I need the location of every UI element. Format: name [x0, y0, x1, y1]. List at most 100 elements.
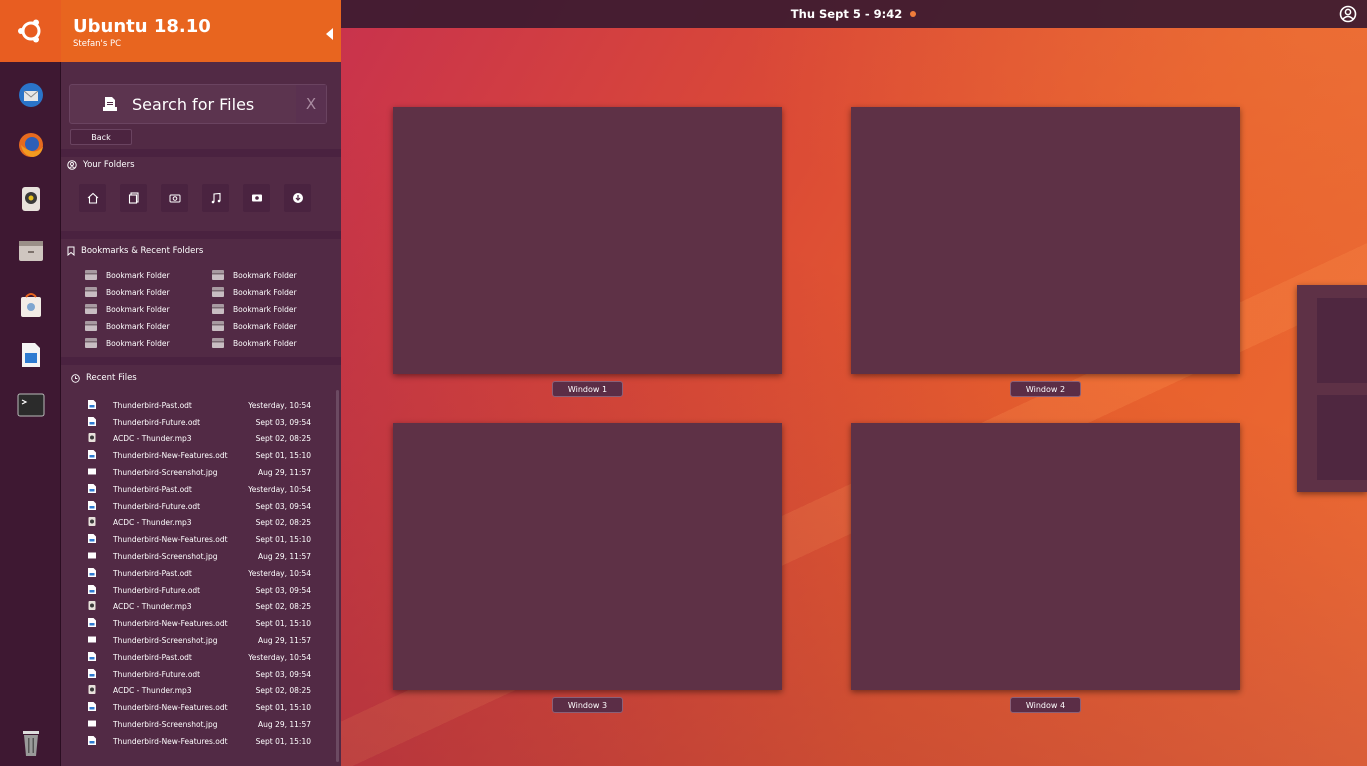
document-file-icon: [85, 735, 113, 747]
recent-file-date: Aug 29, 11:57: [258, 720, 311, 730]
folder-icon: [85, 304, 97, 314]
recent-file-name: Thunderbird-Future.odt: [113, 669, 201, 679]
document-file-icon: [85, 399, 113, 411]
recent-files-title: Recent Files: [86, 373, 137, 383]
recent-file-date: Sept 01, 15:10: [255, 703, 311, 713]
recent-file-row[interactable]: Thunderbird-Past.odt Yesterday, 10:54: [85, 565, 311, 582]
downloads-folder-button[interactable]: [284, 184, 311, 212]
recent-file-row[interactable]: ACDC - Thunder.mp3 Sept 02, 08:25: [85, 683, 311, 700]
dash-panel: Ubuntu 18.10 Stefan's PC Search for File…: [61, 0, 341, 766]
bookmark-folder-item[interactable]: Bookmark Folder: [212, 268, 339, 282]
image-file-icon: [85, 551, 113, 562]
collapse-panel-icon[interactable]: [326, 28, 333, 40]
pictures-folder-icon: [169, 194, 180, 203]
pictures-folder-button[interactable]: [161, 184, 188, 212]
workspace-3-label[interactable]: Window 3: [552, 697, 623, 713]
thunderbird-icon[interactable]: [15, 79, 47, 111]
libreoffice-writer-icon[interactable]: [15, 339, 47, 371]
divider: [61, 231, 341, 239]
videos-folder-icon: [251, 194, 262, 202]
recent-file-row[interactable]: Thunderbird-Future.odt Sept 03, 09:54: [85, 582, 311, 599]
recent-file-row[interactable]: Thunderbird-Past.odt Yesterday, 10:54: [85, 397, 311, 414]
recent-file-date: Sept 02, 08:25: [255, 518, 311, 528]
divider: [61, 149, 341, 157]
recent-files-scrollbar[interactable]: [336, 390, 339, 762]
bookmark-folder-item[interactable]: Bookmark Folder: [212, 285, 339, 299]
ubuntu-logo-icon: [17, 19, 40, 43]
folders-heading: Your Folders: [67, 160, 135, 170]
documents-folder-button[interactable]: [120, 184, 147, 212]
bookmark-folder-item[interactable]: Bookmark Folder: [85, 336, 212, 350]
clear-search-button[interactable]: X: [296, 85, 326, 123]
recent-file-name: Thunderbird-Past.odt: [113, 400, 192, 410]
recent-file-row[interactable]: Thunderbird-Past.odt Yesterday, 10:54: [85, 481, 311, 498]
terminal-icon[interactable]: [15, 389, 47, 421]
mini-workspace[interactable]: [1317, 298, 1367, 383]
firefox-icon[interactable]: [15, 129, 47, 161]
workspace-2-preview[interactable]: [851, 107, 1240, 374]
recent-file-date: Sept 03, 09:54: [255, 669, 311, 679]
back-button[interactable]: Back: [70, 129, 132, 145]
workspace-3-preview[interactable]: [393, 423, 782, 690]
trash-icon[interactable]: [15, 726, 47, 758]
downloads-folder-icon: [292, 193, 303, 203]
workspace-switcher-edge[interactable]: [1297, 285, 1367, 492]
workspace-4-preview[interactable]: [851, 423, 1240, 690]
recent-file-row[interactable]: Thunderbird-New-Features.odt Sept 01, 15:…: [85, 615, 311, 632]
recent-file-row[interactable]: Thunderbird-New-Features.odt Sept 01, 15:…: [85, 733, 311, 750]
recent-file-row[interactable]: Thunderbird-New-Features.odt Sept 01, 15:…: [85, 447, 311, 464]
recent-file-row[interactable]: ACDC - Thunder.mp3 Sept 02, 08:25: [85, 515, 311, 532]
recent-file-row[interactable]: Thunderbird-Future.odt Sept 03, 09:54: [85, 414, 311, 431]
bookmark-folder-item[interactable]: Bookmark Folder: [85, 319, 212, 333]
workspace-4-label[interactable]: Window 4: [1010, 697, 1081, 713]
recent-file-row[interactable]: Thunderbird-Screenshot.jpg Aug 29, 11:57: [85, 716, 311, 733]
home-folder-button[interactable]: [79, 184, 106, 212]
document-file-icon: [85, 567, 113, 579]
clock[interactable]: Thu Sept 5 - 9:42: [791, 7, 902, 21]
files-icon[interactable]: [15, 235, 47, 267]
workspace-1-preview[interactable]: [393, 107, 782, 374]
ubuntu-home-button[interactable]: [0, 0, 61, 62]
home-folder-icon: [87, 192, 98, 204]
recent-file-row[interactable]: ACDC - Thunder.mp3 Sept 02, 08:25: [85, 599, 311, 616]
bookmark-folder-item[interactable]: Bookmark Folder: [85, 285, 212, 299]
bookmark-folder-item[interactable]: Bookmark Folder: [85, 302, 212, 316]
recent-file-row[interactable]: Thunderbird-Past.odt Yesterday, 10:54: [85, 649, 311, 666]
bookmarks-list: Bookmark Folder Bookmark Folder Bookmark…: [85, 268, 339, 350]
music-folder-button[interactable]: [202, 184, 229, 212]
mini-workspace[interactable]: [1317, 395, 1367, 480]
recent-file-date: Sept 03, 09:54: [255, 585, 311, 595]
recent-file-row[interactable]: ACDC - Thunder.mp3 Sept 02, 08:25: [85, 431, 311, 448]
recent-file-row[interactable]: Thunderbird-Screenshot.jpg Aug 29, 11:57: [85, 464, 311, 481]
document-file-icon: [85, 483, 113, 495]
recent-files-list: Thunderbird-Past.odt Yesterday, 10:54 Thun…: [85, 397, 311, 750]
search-field[interactable]: Search for Files X: [69, 84, 327, 124]
user-menu-icon[interactable]: [1339, 5, 1357, 23]
top-panel: Thu Sept 5 - 9:42: [340, 0, 1367, 28]
software-center-icon[interactable]: [15, 289, 47, 321]
bookmark-folder-item[interactable]: Bookmark Folder: [212, 302, 339, 316]
workspace-1-label[interactable]: Window 1: [552, 381, 623, 397]
folder-icon: [85, 321, 97, 331]
recent-file-row[interactable]: Thunderbird-Future.odt Sept 03, 09:54: [85, 498, 311, 515]
bookmark-folder-item[interactable]: Bookmark Folder: [212, 336, 339, 350]
bookmark-folder-item[interactable]: Bookmark Folder: [85, 268, 212, 282]
pc-name: Stefan's PC: [73, 39, 122, 49]
bookmark-folder-item[interactable]: Bookmark Folder: [212, 319, 339, 333]
recent-file-name: Thunderbird-Future.odt: [113, 585, 201, 595]
recent-file-row[interactable]: Thunderbird-Screenshot.jpg Aug 29, 11:57: [85, 548, 311, 565]
rhythmbox-icon[interactable]: [15, 183, 47, 215]
workspace-2-label[interactable]: Window 2: [1010, 381, 1081, 397]
videos-folder-button[interactable]: [243, 184, 270, 212]
recent-file-name: ACDC - Thunder.mp3: [113, 686, 192, 696]
recent-file-row[interactable]: Thunderbird-New-Features.odt Sept 01, 15:…: [85, 699, 311, 716]
recent-file-row[interactable]: Thunderbird-New-Features.odt Sept 01, 15:…: [85, 531, 311, 548]
recent-file-row[interactable]: Thunderbird-Future.odt Sept 03, 09:54: [85, 666, 311, 683]
notification-dot: [910, 11, 917, 17]
folder-icon: [212, 321, 224, 331]
recent-file-row[interactable]: Thunderbird-Screenshot.jpg Aug 29, 11:57: [85, 632, 311, 649]
user-folder-icon: [67, 160, 77, 170]
recent-file-name: Thunderbird-Past.odt: [113, 652, 192, 662]
recent-file-name: Thunderbird-Future.odt: [113, 417, 201, 427]
audio-file-icon: [85, 601, 113, 612]
